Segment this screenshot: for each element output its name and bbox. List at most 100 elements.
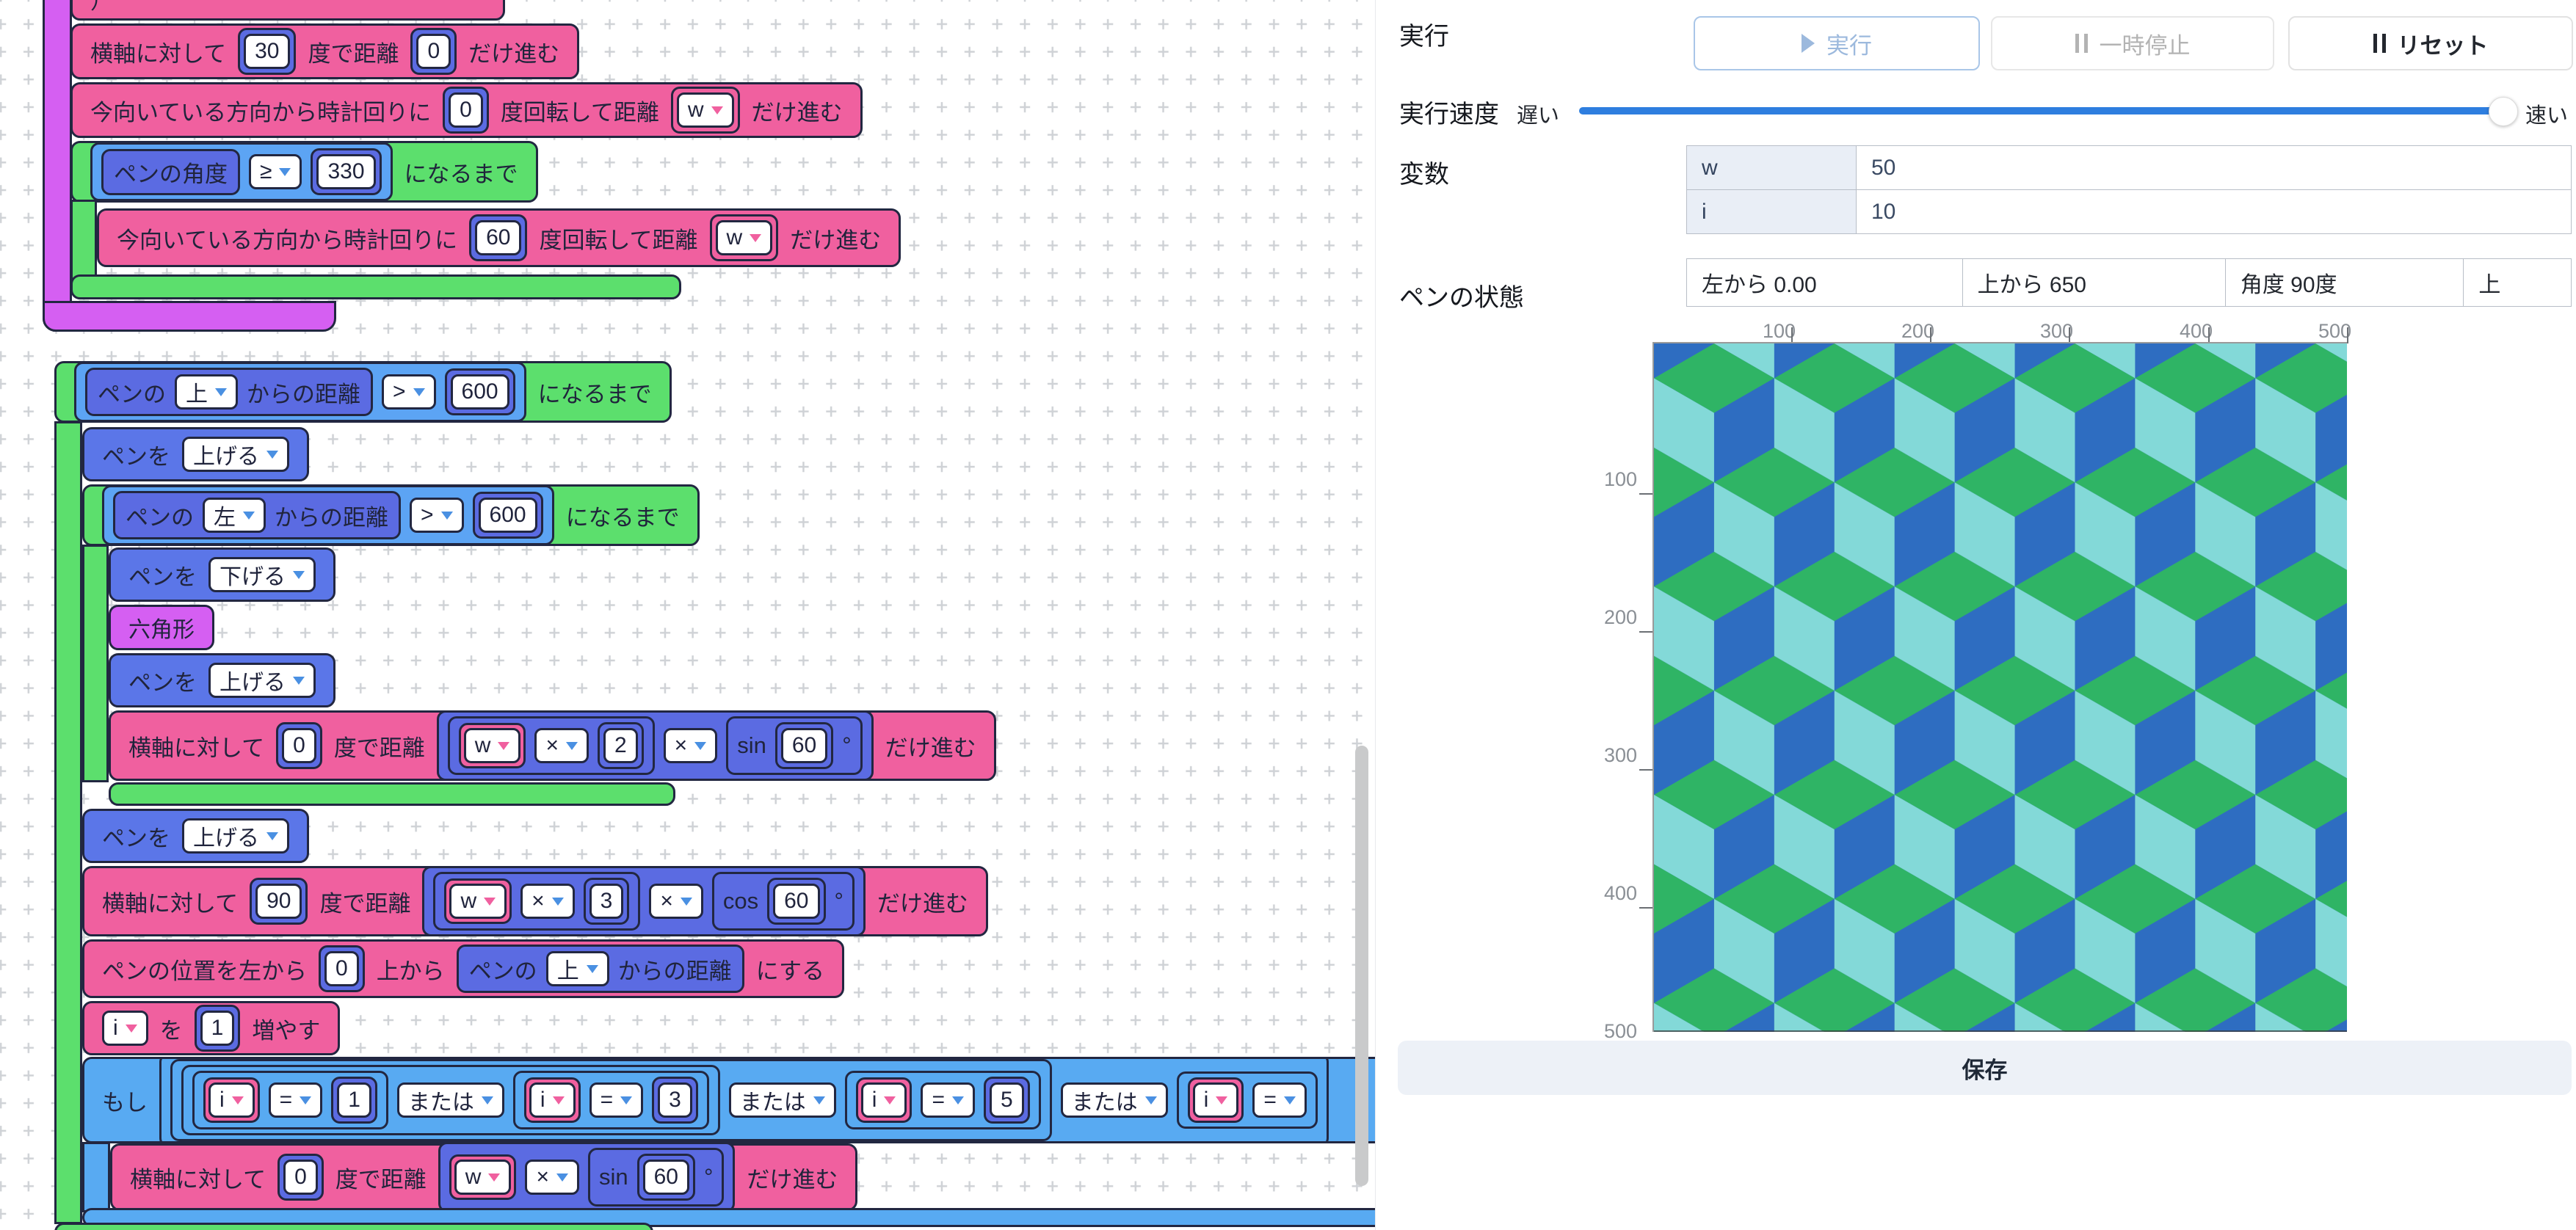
variable-w-reporter[interactable]: w: [444, 878, 512, 924]
variable-i-reporter[interactable]: i: [203, 1077, 260, 1123]
multiply-block[interactable]: w × 2: [448, 716, 655, 775]
set-pen-position-block[interactable]: ペンの位置を左から 0 上から ペンの 上 からの距離 にする: [82, 939, 844, 998]
variable-i-dropdown[interactable]: i: [208, 1082, 255, 1118]
angle-input[interactable]: 30: [244, 34, 290, 69]
pen-distance-reporter[interactable]: ペンの 左 からの距離: [113, 491, 401, 539]
compare-input[interactable]: 5: [990, 1082, 1024, 1118]
repeat-until-bottom[interactable]: [70, 274, 681, 299]
comparison-operator-dropdown[interactable]: >: [410, 498, 464, 533]
variable-w-reporter[interactable]: w: [459, 723, 526, 768]
distance-input[interactable]: 0: [416, 34, 451, 69]
cos-block[interactable]: cos 60 °: [712, 872, 855, 931]
if-block-header[interactable]: もし i = 1 または i = 3: [82, 1057, 1376, 1143]
factor-input[interactable]: 2: [603, 728, 638, 763]
direction-dropdown[interactable]: 左: [203, 498, 266, 533]
variable-w-dropdown[interactable]: w: [677, 92, 734, 128]
variable-i-dropdown[interactable]: i: [861, 1082, 907, 1118]
direction-dropdown[interactable]: 上: [175, 374, 238, 410]
comparison-block[interactable]: ペンの 上 からの距離 > 600: [74, 362, 526, 422]
or-operator-dropdown[interactable]: または: [397, 1082, 504, 1118]
or-block-level3[interactable]: i = 1 または i = 3 または i =: [159, 1057, 1329, 1143]
hexagon-call-block[interactable]: 六角形: [109, 605, 214, 650]
sin-angle-input[interactable]: 60: [781, 728, 827, 763]
angle-input[interactable]: 0: [283, 1160, 318, 1195]
pen-angle-reporter[interactable]: ペンの角度: [101, 149, 240, 195]
pen-down-block[interactable]: ペンを 下げる: [109, 547, 335, 602]
if-block-wall[interactable]: [82, 1142, 110, 1212]
math-expression-block[interactable]: w × sin 60 °: [438, 1142, 736, 1212]
comparison-block[interactable]: ペンの角度 ≥ 330: [90, 142, 393, 201]
sin-block[interactable]: sin 60 °: [726, 716, 862, 775]
pen-distance-reporter[interactable]: ペンの 上 からの距離: [457, 945, 744, 993]
rotate-move-block-1[interactable]: 今向いている方向から時計回りに 0 度回転して距離 w だけ進む: [70, 82, 863, 138]
speed-slider-thumb[interactable]: [2489, 97, 2518, 126]
multiply-block[interactable]: w × 3: [433, 872, 640, 931]
or-operator-dropdown[interactable]: または: [1061, 1082, 1168, 1118]
rotate-angle-input[interactable]: 0: [449, 92, 483, 128]
repeat-until-pen-left-header[interactable]: ペンの 左 からの距離 > 600 になるまで: [82, 484, 700, 546]
operator-dropdown[interactable]: =: [589, 1082, 644, 1118]
variable-w-dropdown[interactable]: w: [454, 1160, 512, 1195]
workspace-scrollbar[interactable]: [1355, 746, 1368, 1186]
limit-input[interactable]: 600: [451, 374, 509, 410]
variable-w-dropdown[interactable]: w: [464, 728, 521, 763]
variable-w-dropdown[interactable]: w: [716, 220, 773, 255]
pen-up-block-3[interactable]: ペンを 上げる: [82, 809, 309, 863]
save-button[interactable]: 保存: [1398, 1041, 2572, 1095]
comparison-operator-dropdown[interactable]: ≥: [249, 154, 302, 189]
inner-repeat-bottom[interactable]: [109, 782, 675, 806]
rotate-angle-input[interactable]: 60: [475, 220, 521, 255]
variable-w-dropdown[interactable]: w: [449, 884, 507, 919]
limit-input[interactable]: 600: [479, 498, 537, 533]
run-button[interactable]: 実行: [1694, 16, 1980, 70]
outer-repeat-wall[interactable]: [54, 421, 82, 1224]
sin-angle-input[interactable]: 60: [643, 1160, 689, 1195]
cutoff-statement-block[interactable]: ）: [70, 0, 505, 21]
variable-w-reporter[interactable]: w: [710, 214, 779, 261]
variable-i-dropdown[interactable]: i: [1193, 1082, 1239, 1118]
outer-repeat-bottom[interactable]: [54, 1223, 653, 1230]
equals-block[interactable]: i = 1: [192, 1071, 388, 1129]
variable-i-reporter[interactable]: i: [856, 1077, 913, 1123]
pen-distance-reporter[interactable]: ペンの 上 からの距離: [85, 368, 373, 416]
operator-dropdown[interactable]: ×: [520, 884, 575, 919]
operator-dropdown[interactable]: =: [269, 1082, 323, 1118]
factor-input[interactable]: 3: [589, 884, 624, 919]
left-position-input[interactable]: 0: [324, 951, 359, 986]
increment-variable-block[interactable]: i を 1 増やす: [82, 1001, 340, 1055]
angle-input[interactable]: 90: [255, 884, 302, 919]
or-block-level2[interactable]: i = 1 または i = 3 または i =: [170, 1059, 1052, 1141]
math-expression-block[interactable]: w × 3 × cos 60 °: [422, 866, 865, 936]
or-operator-dropdown[interactable]: または: [729, 1082, 836, 1118]
move-on-axis-block-3[interactable]: 横軸に対して 90 度で距離 w × 3 × cos 60 ° だけ進む: [82, 866, 988, 936]
function-def-wrapper-bottom[interactable]: [43, 301, 336, 332]
variable-i-reporter[interactable]: i: [1188, 1077, 1244, 1123]
math-expression-block[interactable]: w × 2 × sin 60 °: [437, 710, 874, 781]
pen-updown-dropdown[interactable]: 上げる: [208, 663, 316, 698]
comparison-block[interactable]: ペンの 左 からの距離 > 600: [102, 485, 554, 545]
operator-dropdown[interactable]: ×: [534, 728, 589, 763]
rotate-move-block-2[interactable]: 今向いている方向から時計回りに 60 度回転して距離 w だけ進む: [97, 208, 901, 267]
variable-i-reporter[interactable]: i: [524, 1077, 581, 1123]
pause-button[interactable]: 一時停止: [1991, 16, 2274, 70]
operator-dropdown[interactable]: ×: [525, 1160, 579, 1195]
equals-block-clipped[interactable]: i =: [1177, 1071, 1318, 1129]
equals-block[interactable]: i = 5: [845, 1071, 1041, 1129]
variable-i-dropdown[interactable]: i: [529, 1082, 576, 1118]
inner-repeat-wall[interactable]: [82, 545, 109, 782]
move-on-axis-block-1[interactable]: 横軸に対して 30 度で距離 0 だけ進む: [70, 23, 579, 79]
or-block-level1[interactable]: i = 1 または i = 3: [181, 1065, 720, 1135]
increment-input[interactable]: 1: [200, 1011, 235, 1046]
variable-w-reporter[interactable]: w: [449, 1154, 517, 1200]
cos-angle-input[interactable]: 60: [773, 884, 819, 919]
direction-dropdown[interactable]: 上: [546, 951, 609, 986]
pen-updown-dropdown[interactable]: 下げる: [208, 557, 316, 592]
comparison-operator-dropdown[interactable]: >: [382, 374, 436, 410]
sin-block[interactable]: sin 60 °: [588, 1148, 724, 1207]
compare-input[interactable]: 1: [337, 1082, 371, 1118]
pen-updown-dropdown[interactable]: 上げる: [182, 818, 289, 854]
pen-up-block-1[interactable]: ペンを 上げる: [82, 427, 309, 481]
pen-up-block-2[interactable]: ペンを 上げる: [109, 653, 335, 707]
reset-button[interactable]: リセット: [2288, 16, 2573, 70]
pen-updown-dropdown[interactable]: 上げる: [182, 437, 289, 472]
